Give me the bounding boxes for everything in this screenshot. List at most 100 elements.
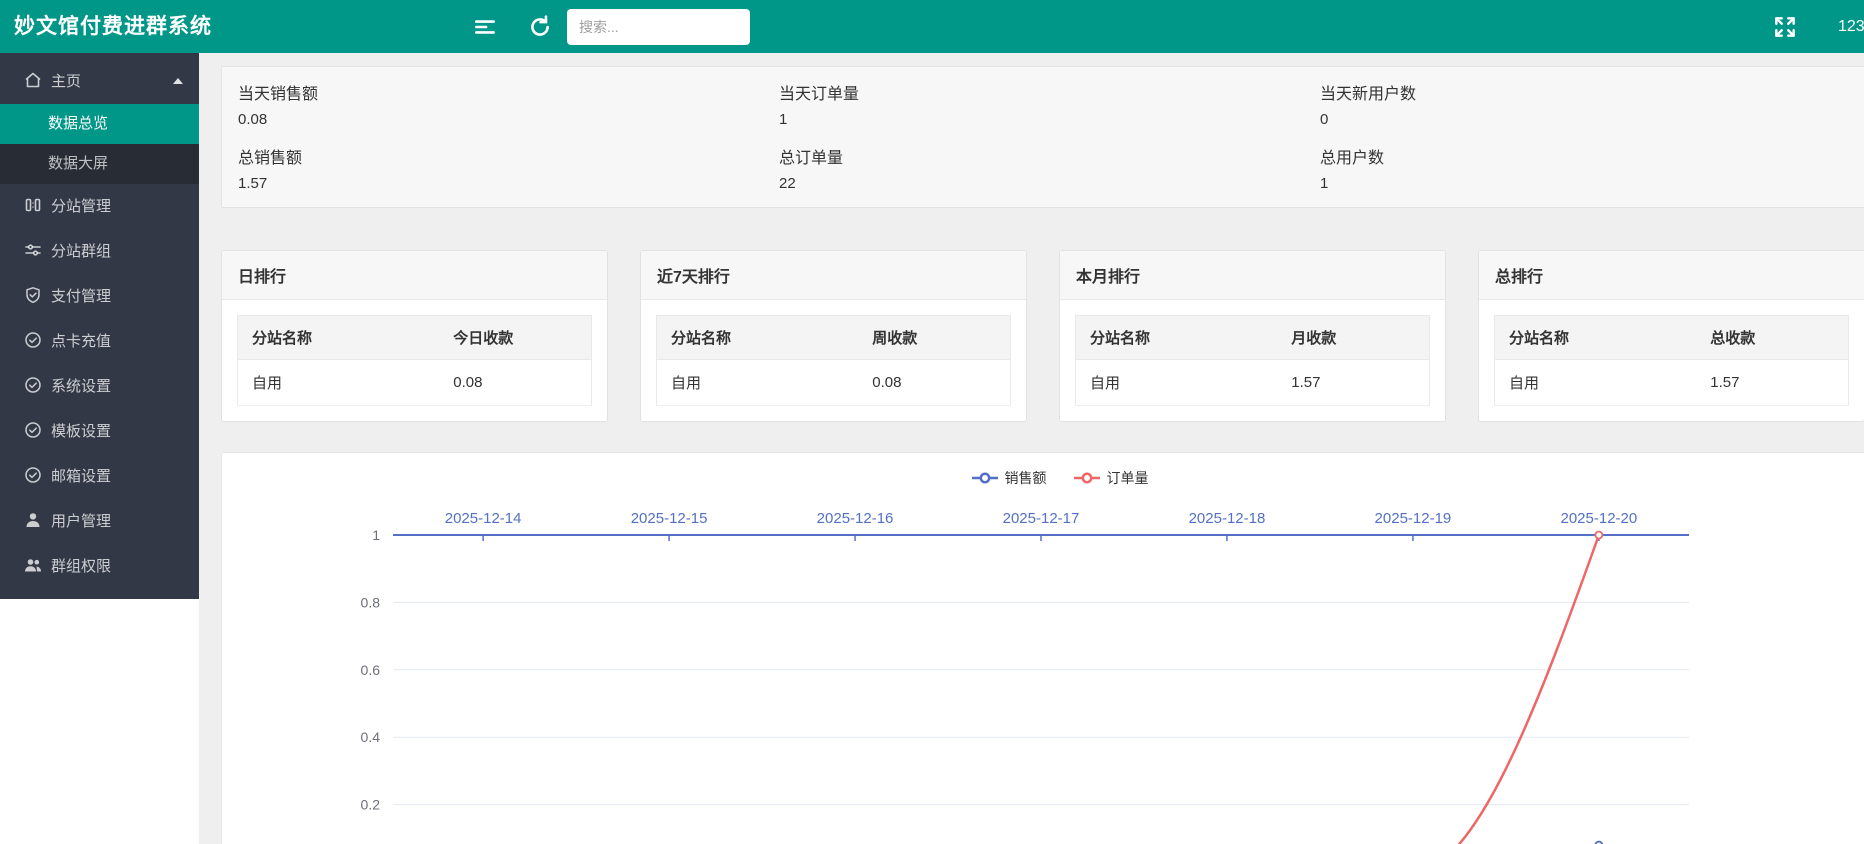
stat-cell-1: 当天订单量 1 — [779, 80, 1320, 128]
columns-icon — [24, 196, 42, 214]
ranking-table: 分站名称月收款自用1.57 — [1075, 315, 1430, 406]
top-header: 妙文馆付费进群系统 12345 — [0, 0, 1864, 53]
data-point-marker[interactable] — [1595, 532, 1602, 539]
sidebar-item-3[interactable]: 点卡充值 — [0, 319, 199, 364]
sidebar-item-5[interactable]: 模板设置 — [0, 409, 199, 454]
refresh-icon[interactable] — [527, 14, 553, 40]
sidebar-subitem-data-screen[interactable]: 数据大屏 — [0, 144, 199, 184]
ranking-card-title: 近7天排行 — [641, 251, 1026, 300]
search-input[interactable] — [567, 9, 750, 45]
stat-label: 当天新用户数 — [1320, 80, 1864, 104]
stat-cell-0: 当天销售额 0.08 — [238, 80, 779, 128]
ranking-card-2: 本月排行分站名称月收款自用1.57 — [1059, 250, 1446, 422]
y-axis-tick-label: 0.4 — [361, 729, 381, 745]
ranking-col-header: 总收款 — [1696, 316, 1848, 360]
table-row[interactable]: 自用0.08 — [238, 360, 592, 406]
top-axis-date-label: 2025-12-17 — [1003, 510, 1080, 527]
home-icon — [24, 71, 42, 89]
sidebar-item-label: 邮箱设置 — [51, 468, 111, 485]
username-text[interactable]: 12345 — [1838, 0, 1864, 53]
sidebar-item-8[interactable]: 群组权限 — [0, 544, 199, 589]
stat-value: 0 — [1320, 111, 1864, 128]
sidebar-subitem-label: 数据总览 — [48, 115, 108, 132]
legend-item-1[interactable]: 订单量 — [1073, 468, 1149, 488]
ranking-card-3: 总排行分站名称总收款自用1.57 — [1478, 250, 1864, 422]
legend-marker-icon — [1073, 472, 1101, 484]
top-axis-date-label: 2025-12-19 — [1375, 510, 1452, 527]
sidebar-item-2[interactable]: 支付管理 — [0, 274, 199, 319]
stat-cell-4: 总订单量 22 — [779, 144, 1320, 192]
ranking-card-title: 本月排行 — [1060, 251, 1445, 300]
ranking-cell: 1.57 — [1696, 360, 1848, 406]
ranking-cell: 自用 — [1076, 360, 1278, 406]
stat-value: 1 — [779, 111, 1320, 128]
legend-marker-icon — [971, 472, 999, 484]
table-row[interactable]: 自用0.08 — [657, 360, 1011, 406]
sidebar-item-label: 分站管理 — [51, 198, 111, 215]
sidebar-item-label: 支付管理 — [51, 288, 111, 305]
menu-fold-icon[interactable] — [472, 14, 498, 40]
chart-legend: 销售额 订单量 — [222, 453, 1864, 488]
ranking-table: 分站名称今日收款自用0.08 — [237, 315, 592, 406]
sidebar-item-0[interactable]: 分站管理 — [0, 184, 199, 229]
table-row[interactable]: 自用1.57 — [1495, 360, 1849, 406]
stat-label: 总销售额 — [238, 144, 779, 168]
stat-cell-5: 总用户数 1 — [1320, 144, 1864, 192]
series-line-1[interactable] — [483, 535, 1599, 844]
top-axis-date-label: 2025-12-14 — [445, 510, 522, 527]
ranking-card-body: 分站名称周收款自用0.08 — [641, 300, 1026, 421]
ranking-col-header: 分站名称 — [1076, 316, 1278, 360]
stat-value: 1 — [1320, 175, 1864, 192]
stat-value: 22 — [779, 175, 1320, 192]
table-row[interactable]: 自用1.57 — [1076, 360, 1430, 406]
circle-check-icon — [24, 466, 42, 484]
top-axis-date-label: 2025-12-16 — [817, 510, 894, 527]
ranking-card-title: 总排行 — [1479, 251, 1864, 300]
ranking-cell: 自用 — [657, 360, 859, 406]
sidebar-item-label: 系统设置 — [51, 378, 111, 395]
stat-label: 当天订单量 — [779, 80, 1320, 104]
sidebar-item-label: 群组权限 — [51, 558, 111, 575]
stat-label: 总用户数 — [1320, 144, 1864, 168]
stat-cell-2: 当天新用户数 0 — [1320, 80, 1864, 128]
stat-value: 0.08 — [238, 111, 779, 128]
sidebar-subitem-data-overview[interactable]: 数据总览 — [0, 104, 199, 144]
legend-label: 订单量 — [1107, 468, 1149, 488]
sidebar-item-home[interactable]: 主页 — [0, 59, 199, 104]
sidebar-item-label: 主页 — [51, 73, 81, 90]
sidebar-item-4[interactable]: 系统设置 — [0, 364, 199, 409]
y-axis-tick-label: 0.2 — [361, 797, 381, 813]
y-axis-tick-label: 0.8 — [361, 594, 381, 610]
y-axis-tick-label: 1 — [372, 527, 380, 543]
sidebar-item-1[interactable]: 分站群组 — [0, 229, 199, 274]
ranking-col-header: 月收款 — [1277, 316, 1429, 360]
legend-item-0[interactable]: 销售额 — [971, 468, 1047, 488]
user-icon — [24, 511, 42, 529]
y-axis-tick-label: 0.6 — [361, 662, 381, 678]
sidebar-item-label: 模板设置 — [51, 423, 111, 440]
sidebar-item-6[interactable]: 邮箱设置 — [0, 454, 199, 499]
ranking-cell: 1.57 — [1277, 360, 1429, 406]
sales-orders-chart-card: 销售额订单量 00.20.40.60.812025-12-142025-12-1… — [221, 452, 1864, 844]
fullscreen-icon[interactable] — [1772, 14, 1798, 40]
ranking-card-1: 近7天排行分站名称周收款自用0.08 — [640, 250, 1027, 422]
ranking-table: 分站名称周收款自用0.08 — [656, 315, 1011, 406]
main-content: 当天销售额0.08当天订单量1当天新用户数0总销售额1.57总订单量22总用户数… — [199, 53, 1864, 844]
top-axis-date-label: 2025-12-15 — [631, 510, 708, 527]
ranking-cell: 0.08 — [439, 360, 591, 406]
stat-label: 总订单量 — [779, 144, 1320, 168]
circle-check-icon — [24, 376, 42, 394]
sidebar-nav: 主页数据总览数据大屏分站管理分站群组支付管理点卡充值系统设置模板设置邮箱设置用户… — [0, 53, 199, 599]
ranking-cell: 自用 — [238, 360, 440, 406]
sidebar-subitem-label: 数据大屏 — [48, 155, 108, 172]
legend-label: 销售额 — [1005, 468, 1047, 488]
ranking-cards-row: 日排行分站名称今日收款自用0.08近7天排行分站名称周收款自用0.08本月排行分… — [221, 250, 1864, 422]
ranking-col-header: 分站名称 — [657, 316, 859, 360]
stat-label: 当天销售额 — [238, 80, 779, 104]
users-icon — [24, 556, 42, 574]
sidebar-item-7[interactable]: 用户管理 — [0, 499, 199, 544]
circle-check-icon — [24, 421, 42, 439]
line-chart[interactable]: 00.20.40.60.812025-12-142025-12-152025-1… — [222, 493, 1864, 844]
top-axis-date-label: 2025-12-20 — [1561, 510, 1638, 527]
stat-cell-3: 总销售额1.57 — [238, 144, 779, 192]
